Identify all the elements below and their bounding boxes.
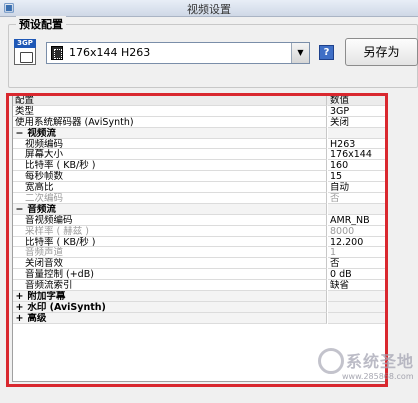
format-icon-tag: 3GP bbox=[14, 39, 36, 48]
watermark-logo-icon bbox=[318, 348, 344, 374]
preset-group-label: 预设配置 bbox=[16, 16, 66, 32]
preset-dropdown[interactable]: 176x144 H263 ▼ bbox=[46, 42, 310, 64]
film-icon bbox=[51, 46, 63, 60]
red-highlight-box bbox=[6, 93, 388, 387]
window-title: 视频设置 bbox=[187, 3, 231, 16]
watermark-text: 系统圣地 bbox=[346, 352, 415, 371]
save-as-button[interactable]: 另存为 bbox=[345, 38, 418, 66]
preset-selected-value: 176x144 H263 bbox=[69, 46, 151, 59]
title-bar: ▣ 视频设置 bbox=[0, 0, 418, 17]
chevron-down-icon[interactable]: ▼ bbox=[291, 43, 309, 63]
watermark: 系统圣地 www.285868.com bbox=[318, 346, 414, 390]
watermark-url: www.285868.com bbox=[342, 372, 414, 381]
help-icon[interactable]: ? bbox=[319, 45, 334, 60]
3gp-format-icon: 3GP bbox=[14, 39, 36, 65]
